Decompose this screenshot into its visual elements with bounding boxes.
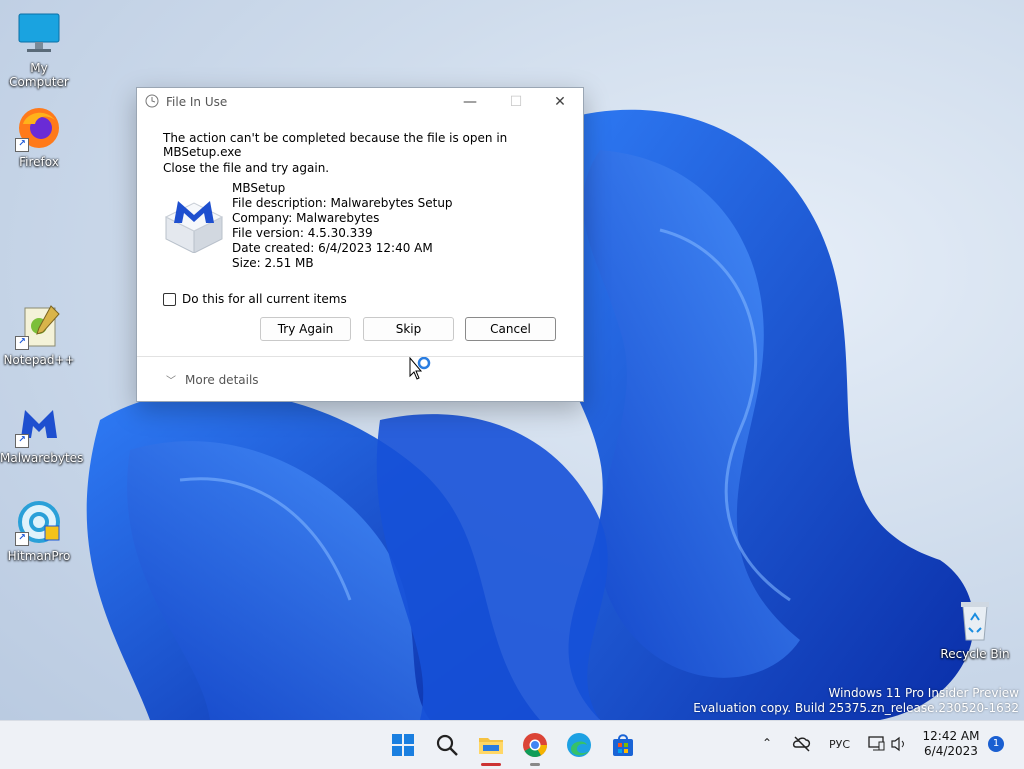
maximize-button: ☐: [509, 94, 523, 110]
apply-to-all-checkbox[interactable]: [163, 292, 176, 306]
chevron-down-icon: ﹀: [166, 376, 176, 387]
dialog-divider: [137, 356, 583, 357]
dialog-title: File In Use: [166, 95, 228, 109]
shortcut-arrow-icon: ↗: [15, 434, 29, 448]
shortcut-arrow-icon: ↗: [15, 532, 29, 546]
file-explorer-icon[interactable]: [477, 731, 505, 759]
instruction-text: Close the file and try again.: [163, 161, 330, 175]
mbsetup-file-icon: [164, 201, 224, 253]
chrome-icon[interactable]: [521, 731, 549, 759]
recycle-bin-icon: [951, 596, 999, 644]
file-version: File version: 4.5.30.339: [232, 226, 373, 240]
hitmanpro-icon: ↗: [15, 498, 63, 546]
desktop-icon-label: Notepad++: [3, 353, 75, 367]
error-message: The action can't be completed because th…: [163, 131, 508, 159]
busy-cursor-icon: [409, 357, 431, 380]
clock-icon: [145, 94, 159, 108]
system-clock[interactable]: 12:42 AM 6/4/2023: [920, 729, 982, 759]
watermark-edition: Windows 11 Pro Insider Preview: [828, 686, 1019, 700]
skip-button[interactable]: Skip: [363, 317, 454, 341]
notification-badge[interactable]: 1: [988, 736, 1004, 752]
active-indicator: [481, 763, 501, 766]
more-details-toggle[interactable]: ﹀ More details: [166, 372, 259, 388]
desktop-icon-my-computer[interactable]: My Computer: [0, 10, 78, 89]
edge-icon[interactable]: [565, 731, 593, 759]
close-button[interactable]: ✕: [537, 88, 583, 116]
apply-to-all-row[interactable]: Do this for all current items: [163, 292, 347, 306]
display-volume-icons[interactable]: [868, 735, 910, 753]
store-icon[interactable]: [609, 731, 637, 759]
input-language[interactable]: РУС: [829, 738, 850, 751]
file-size: Size: 2.51 MB: [232, 256, 314, 270]
desktop-icon-label: Recycle Bin: [940, 647, 1010, 661]
clock-time: 12:42 AM: [922, 729, 980, 743]
dialog-titlebar[interactable]: File In Use — ☐ ✕: [137, 88, 583, 116]
file-info: MBSetup File description: Malwarebytes S…: [232, 181, 453, 271]
desktop-icon-label: HitmanPro: [7, 549, 71, 563]
shortcut-arrow-icon: ↗: [15, 138, 29, 152]
desktop-icon-notepadpp[interactable]: ↗ Notepad++: [0, 302, 78, 367]
notepadpp-icon: ↗: [15, 302, 63, 350]
search-icon[interactable]: [433, 731, 461, 759]
file-date-created: Date created: 6/4/2023 12:40 AM: [232, 241, 433, 255]
try-again-button[interactable]: Try Again: [260, 317, 351, 341]
network-disconnected-icon[interactable]: [792, 735, 812, 753]
desktop-icon-recycle-bin[interactable]: Recycle Bin: [936, 596, 1014, 661]
more-details-label: More details: [185, 372, 259, 387]
clock-date: 6/4/2023: [924, 744, 978, 758]
malwarebytes-icon: ↗: [15, 400, 63, 448]
desktop-icon-hitmanpro[interactable]: ↗ HitmanPro: [0, 498, 78, 563]
taskbar: ⌃ РУС 12:42 AM 6/4/2023 1: [0, 720, 1024, 769]
desktop-icon-malwarebytes[interactable]: ↗ Malwarebytes: [0, 400, 84, 465]
show-hidden-icons-chevron-icon[interactable]: ⌃: [762, 736, 772, 750]
desktop-icon-label: Firefox: [19, 155, 59, 169]
desktop-icon-firefox[interactable]: ↗ Firefox: [0, 104, 78, 169]
minimize-button[interactable]: —: [447, 88, 493, 116]
cancel-button[interactable]: Cancel: [465, 317, 556, 341]
apply-to-all-label[interactable]: Do this for all current items: [182, 292, 347, 306]
shortcut-arrow-icon: ↗: [15, 336, 29, 350]
file-description: File description: Malwarebytes Setup: [232, 196, 453, 210]
start-icon[interactable]: [389, 731, 417, 759]
file-company: Company: Malwarebytes: [232, 211, 380, 225]
watermark-build: Evaluation copy. Build 25375.zn_release.…: [693, 701, 1019, 715]
file-in-use-dialog: File In Use — ☐ ✕ The action can't be co…: [136, 87, 584, 402]
windows-watermark: Windows 11 Pro Insider Preview Evaluatio…: [693, 686, 1019, 716]
computer-icon: [15, 10, 63, 58]
desktop-icon-label: Malwarebytes: [0, 451, 84, 465]
running-indicator: [530, 763, 540, 766]
firefox-icon: ↗: [15, 104, 63, 152]
file-name: MBSetup: [232, 181, 286, 195]
desktop-icon-label: My Computer: [9, 61, 69, 89]
